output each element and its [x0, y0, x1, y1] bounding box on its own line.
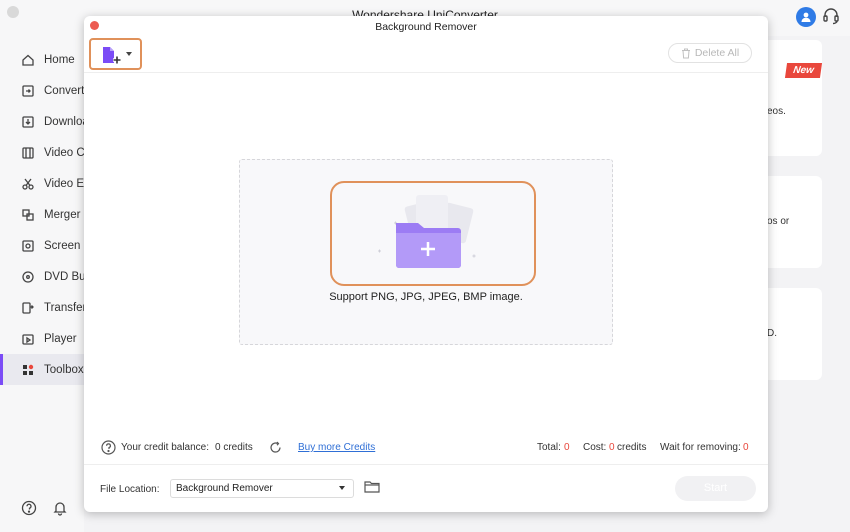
sidebar-item-home[interactable]: Home	[0, 44, 84, 75]
wait-for-removing-label: Wait for removing:	[660, 442, 741, 453]
video-compressor-icon	[22, 146, 34, 159]
convert-icon	[22, 84, 34, 97]
total-label: Total:	[537, 442, 561, 453]
sidebar-item-label: Convert	[44, 84, 85, 97]
sidebar-item-dvd-burner[interactable]: DVD Burner	[0, 261, 106, 292]
buy-more-credits-link[interactable]: Buy more Credits	[298, 442, 375, 453]
sidebar-item-transfer[interactable]: Transfer	[0, 292, 87, 323]
account-icon[interactable]	[796, 7, 816, 27]
tool-card-text: os or	[767, 216, 790, 227]
background-remover-dialog: Background Remover Delete All Support PN…	[84, 16, 768, 512]
sidebar: Home Convert Download Video Compressor V…	[0, 36, 139, 532]
sidebar-item-label: Toolbox	[44, 363, 84, 376]
new-badge: New	[784, 63, 823, 78]
wait-for-removing-value: 0	[743, 442, 749, 453]
player-icon	[22, 333, 34, 345]
start-button[interactable]: Start	[675, 476, 756, 501]
toolbox-icon	[23, 364, 34, 375]
cost-value: 0	[609, 442, 615, 453]
toolbox-cards-area: eos. os or D.	[767, 38, 850, 532]
open-folder-icon[interactable]	[364, 480, 380, 494]
credit-balance-value: 0 credits	[215, 442, 253, 453]
bottom-divider	[84, 464, 768, 465]
cost-unit: credits	[617, 442, 647, 453]
delete-all-label: Delete All	[694, 47, 740, 59]
transfer-icon	[22, 301, 34, 314]
screen-recorder-icon	[22, 239, 34, 252]
sidebar-item-toolbox[interactable]: Toolbox	[0, 354, 84, 385]
sidebar-item-convert[interactable]: Convert	[0, 75, 84, 106]
file-location-label: File Location:	[100, 484, 160, 495]
sidebar-item-screen-recorder[interactable]: Screen Recorder	[0, 230, 131, 261]
home-icon	[22, 54, 34, 66]
sidebar-item-download[interactable]: Download	[0, 106, 95, 137]
image-drop-zone[interactable]: Support PNG, JPG, JPEG, BMP image.	[239, 159, 613, 345]
help-icon[interactable]	[21, 500, 37, 516]
supported-formats-text: Support PNG, JPG, JPEG, BMP image.	[329, 291, 523, 303]
merger-icon	[22, 208, 34, 221]
sidebar-item-label: Transfer	[44, 301, 87, 314]
credit-bar: Your credit balance: 0 credits Buy more …	[84, 436, 768, 460]
chevron-down-icon	[126, 52, 132, 56]
support-headset-icon[interactable]	[822, 7, 840, 25]
tool-card[interactable]: eos.	[767, 40, 822, 156]
sidebar-item-player[interactable]: Player	[0, 323, 84, 354]
sidebar-item-merger[interactable]: Merger	[0, 199, 84, 230]
sidebar-item-video-compressor[interactable]: Video Compressor	[0, 137, 139, 168]
tool-card[interactable]: D.	[767, 288, 822, 380]
folder-add-icon	[378, 195, 476, 268]
video-editor-icon	[22, 178, 34, 190]
cost-label: Cost:	[583, 442, 607, 453]
chevron-down-icon	[339, 486, 345, 490]
add-image-target[interactable]	[330, 181, 536, 286]
credit-balance-label: Your credit balance:	[121, 442, 210, 453]
toolbar-divider	[84, 72, 768, 73]
download-icon	[22, 115, 34, 128]
file-location-select[interactable]: Background Remover	[170, 479, 354, 498]
trash-icon	[681, 48, 690, 58]
help-circle-icon[interactable]	[101, 440, 116, 455]
sidebar-item-video-editor[interactable]: Video Editor	[0, 168, 106, 199]
sidebar-item-label: Player	[44, 332, 77, 345]
add-files-button[interactable]	[89, 38, 142, 70]
refresh-icon[interactable]	[269, 441, 282, 454]
dialog-title: Background Remover	[375, 21, 477, 33]
add-file-icon	[103, 47, 121, 64]
file-location-value: Background Remover	[176, 483, 273, 494]
sidebar-item-label: Merger	[44, 208, 81, 221]
dvd-burner-icon	[22, 270, 34, 283]
total-value: 0	[564, 442, 570, 453]
sidebar-item-label: Home	[44, 53, 75, 66]
tool-card-text: D.	[767, 328, 777, 339]
notification-bell-icon[interactable]	[52, 500, 68, 516]
delete-all-button[interactable]: Delete All	[668, 43, 752, 63]
tool-card-text: eos.	[767, 106, 786, 117]
tool-card[interactable]: os or	[767, 176, 822, 268]
